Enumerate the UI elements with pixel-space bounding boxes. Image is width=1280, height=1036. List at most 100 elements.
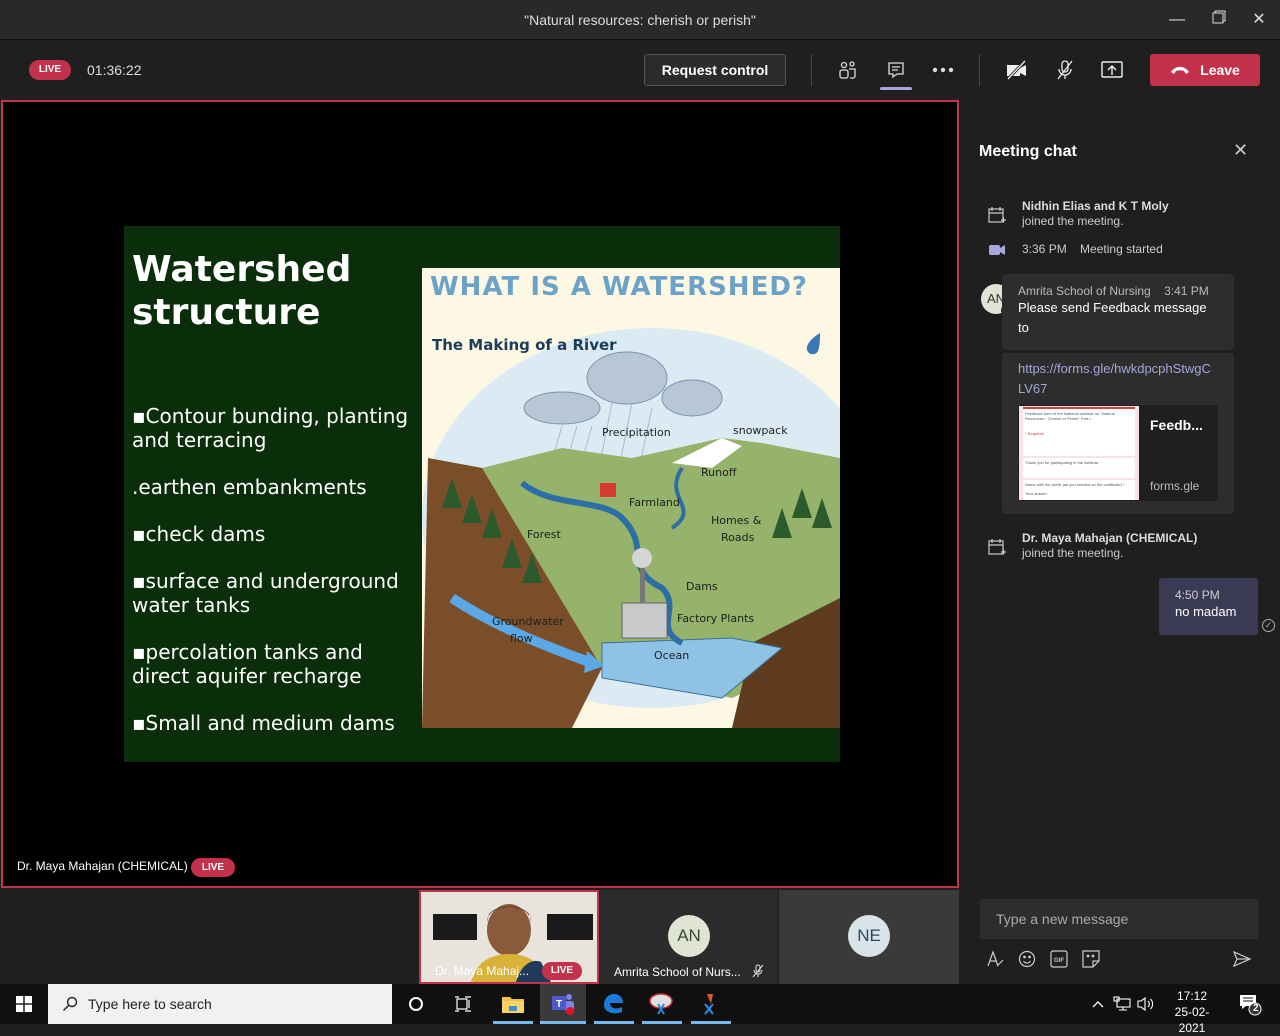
participant-tile-video[interactable]: Dr. Maya Mahaj... LIVE — [419, 890, 599, 984]
toolbar-divider — [979, 54, 980, 86]
system-event: Nidhin Elias and K T Moly joined the mee… — [1022, 199, 1169, 228]
svg-text:T: T — [556, 999, 562, 1010]
participant-tile-ne[interactable]: NE — [779, 890, 959, 984]
snipping-tool-icon[interactable] — [645, 988, 677, 1020]
notification-count: 2 — [1253, 1003, 1259, 1014]
chat-icon[interactable] — [883, 57, 909, 83]
more-icon[interactable] — [930, 57, 956, 83]
slide-bullet: ▪Contour bunding, planting and terracing — [132, 404, 409, 452]
teams-icon[interactable]: T — [547, 988, 579, 1020]
close-icon[interactable]: ✕ — [1246, 8, 1272, 34]
label-dams: Dams — [686, 580, 718, 593]
camera-off-icon[interactable] — [1004, 57, 1030, 83]
slide-bullet: ▪Small and medium dams — [132, 711, 395, 735]
label-groundwater: Groundwater — [492, 615, 564, 628]
calendar-join-icon — [988, 207, 1006, 223]
slide-bullet: ▪percolation tanks and direct aquifer re… — [132, 640, 363, 688]
mic-off-icon[interactable] — [1052, 57, 1078, 83]
leave-label: Leave — [1200, 62, 1240, 78]
format-icon[interactable] — [984, 948, 1006, 970]
clock-time: 17:12 — [1176, 989, 1208, 1003]
label-precipitation: Precipitation — [602, 426, 671, 439]
link-preview-domain: forms.gle — [1150, 479, 1200, 493]
close-chat-icon[interactable]: ✕ — [1233, 140, 1248, 161]
label-forest: Forest — [527, 528, 561, 541]
presenter-name: Dr. Maya Mahajan (CHEMICAL) — [17, 859, 188, 873]
window-title: "Natural resources: cherish or perish" — [524, 12, 756, 28]
hang-up-icon — [1171, 66, 1190, 74]
participant-live-badge: LIVE — [542, 962, 582, 980]
restore-icon[interactable] — [1206, 8, 1232, 34]
cortana-icon[interactable] — [400, 988, 432, 1020]
toolbar-divider — [811, 54, 812, 86]
chat-message-link: https://forms.gle/hwkdpcphStwgCLV67 Feed… — [1002, 353, 1234, 514]
calendar-join-icon — [988, 539, 1006, 555]
windows-taskbar: Type here to search T 17:12 25-02-2021 2 — [0, 984, 1280, 1035]
title-bar: "Natural resources: cherish or perish" —… — [0, 0, 1280, 40]
link-preview-title: Feedb... — [1150, 417, 1203, 433]
emoji-icon[interactable] — [1016, 948, 1038, 970]
avatar-ne: NE — [848, 915, 890, 957]
live-badge: LIVE — [29, 60, 71, 80]
slide-bullet-list: ▪Contour bunding, planting and terracing… — [132, 404, 422, 758]
request-control-button[interactable]: Request control — [644, 54, 786, 86]
chat-title: Meeting chat — [979, 143, 1077, 160]
label-roads: Roads — [721, 531, 755, 544]
presenter-live-badge: LIVE — [191, 858, 235, 877]
label-factory-plants: Factory Plants — [677, 612, 755, 625]
slide-bullet: ▪surface and underground water tanks — [132, 569, 399, 617]
action-center-icon[interactable]: 2 — [1234, 988, 1266, 1020]
search-icon — [63, 996, 78, 1011]
leave-button[interactable]: Leave — [1150, 54, 1260, 86]
avatar-an: AN — [668, 915, 710, 957]
minimize-icon[interactable]: — — [1164, 8, 1190, 34]
meeting-toolbar: LIVE 01:36:22 Request control Leave — [0, 41, 1280, 99]
gif-icon[interactable]: GIF — [1048, 948, 1070, 970]
read-receipt-icon: ✓ — [1262, 619, 1275, 632]
message-meta: Amrita School of Nursing 3:41 PM — [1018, 284, 1209, 298]
edge-icon[interactable] — [597, 988, 629, 1020]
taskbar-search-box[interactable]: Type here to search — [48, 984, 392, 1024]
volume-icon[interactable] — [1130, 988, 1162, 1020]
participant-name: Amrita School of Nurs... — [614, 965, 741, 979]
windows-start-icon[interactable] — [8, 988, 40, 1020]
label-ocean: Ocean — [654, 649, 690, 662]
meeting-started-icon — [989, 245, 1005, 255]
label-farmland: Farmland — [629, 496, 680, 509]
search-placeholder: Type here to search — [88, 996, 212, 1012]
message-input[interactable] — [980, 899, 1258, 939]
watershed-diagram: WHAT IS A WATERSHED? The Making of a Riv… — [422, 268, 840, 728]
system-clock[interactable]: 17:12 25-02-2021 — [1162, 988, 1222, 1036]
participants-icon[interactable] — [835, 57, 861, 83]
label-runoff: Runoff — [701, 466, 737, 479]
snip-and-sketch-icon[interactable] — [694, 988, 726, 1020]
meeting-chat-panel: Meeting chat ✕ Nidhin Elias and K T Moly… — [961, 100, 1280, 984]
message-time: 4:50 PM — [1175, 588, 1220, 602]
label-flow: flow — [510, 632, 533, 645]
share-screen-icon[interactable] — [1099, 57, 1125, 83]
send-icon[interactable] — [1231, 948, 1253, 970]
compose-box — [979, 898, 1259, 940]
chat-message: Amrita School of Nursing 3:41 PM Please … — [1002, 274, 1234, 350]
slide-bullet: .earthen embankments — [132, 475, 367, 499]
participant-name: Dr. Maya Mahaj... — [435, 964, 530, 978]
diagram-subtitle: The Making of a River — [432, 336, 617, 354]
message-text: no madam — [1175, 604, 1237, 619]
system-event: 3:36 PM Meeting started — [1022, 242, 1163, 256]
link-preview-thumbnail: Feedback form of the National webinar on… — [1019, 406, 1139, 500]
system-event: Dr. Maya Mahajan (CHEMICAL) joined the m… — [1022, 531, 1198, 560]
file-explorer-icon[interactable] — [497, 988, 529, 1020]
presentation-slide: Watershed structure ▪Contour bunding, pl… — [124, 226, 840, 762]
feedback-form-link[interactable]: https://forms.gle/hwkdpcphStwgCLV67 — [1018, 359, 1218, 399]
my-chat-message: 4:50 PM no madam — [1159, 578, 1258, 635]
link-preview-card[interactable]: Feedback form of the National webinar on… — [1018, 405, 1218, 501]
participant-tile-an[interactable]: AN Amrita School of Nurs... — [600, 890, 778, 984]
clock-date: 25-02-2021 — [1174, 1005, 1210, 1035]
message-text: Please send Feedback message to — [1018, 300, 1207, 335]
task-view-icon[interactable] — [447, 988, 479, 1020]
slide-bullet: ▪check dams — [132, 522, 266, 546]
diagram-title: WHAT IS A WATERSHED? — [430, 272, 808, 302]
mic-muted-icon — [752, 964, 764, 978]
sticker-icon[interactable] — [1080, 948, 1102, 970]
svg-text:GIF: GIF — [1054, 958, 1064, 964]
